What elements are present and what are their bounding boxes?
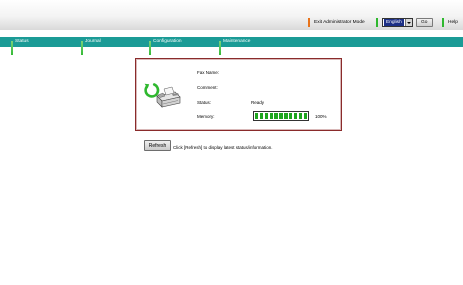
memory-segment xyxy=(293,113,298,119)
tab-label[interactable]: Maintenance xyxy=(223,39,250,44)
exit-admin-label[interactable]: Exit Administrator Mode xyxy=(314,20,365,25)
exit-admin-link[interactable]: Exit Administrator Mode xyxy=(308,18,365,27)
help-label[interactable]: Help xyxy=(448,20,458,25)
green-marker-icon xyxy=(376,18,378,27)
top-bar: Exit Administrator Mode English Go Help xyxy=(0,0,463,30)
memory-percent: 100% xyxy=(315,114,327,119)
memory-label: Memory: xyxy=(197,114,215,119)
memory-segment xyxy=(259,113,264,119)
tab-marker-icon xyxy=(11,41,14,56)
language-select[interactable]: English xyxy=(382,18,413,27)
green-marker-icon xyxy=(442,18,444,27)
memory-segment xyxy=(289,113,293,119)
memory-segment xyxy=(264,113,269,119)
status-value: Ready xyxy=(251,100,265,105)
memory-segment xyxy=(303,113,308,119)
memory-segment xyxy=(269,113,274,119)
language-area: English Go xyxy=(376,18,433,27)
chevron-down-icon[interactable] xyxy=(404,19,412,26)
memory-segment xyxy=(255,113,259,119)
tab-marker-icon xyxy=(149,41,152,56)
fax-name-label: Fax Name: xyxy=(197,70,220,75)
tab-label[interactable]: Status xyxy=(15,39,29,44)
comment-label: Comment: xyxy=(197,85,218,90)
tab-marker-icon xyxy=(219,41,222,56)
circular-refresh-icon xyxy=(144,83,160,98)
main-nav: Status Journal Configuration Maintenance xyxy=(0,30,463,56)
help-link[interactable]: Help xyxy=(442,18,458,27)
memory-progress-bar xyxy=(253,111,309,121)
memory-segment xyxy=(284,113,288,119)
tab-label[interactable]: Configuration xyxy=(153,39,182,44)
memory-progress-fill xyxy=(255,113,308,119)
go-button[interactable]: Go xyxy=(415,18,433,27)
memory-segment xyxy=(274,113,278,119)
language-selected-value[interactable]: English xyxy=(384,19,404,26)
tab-label[interactable]: Journal xyxy=(85,39,101,44)
refresh-hint: Click [Refresh] to display latest status… xyxy=(173,145,273,150)
orange-marker-icon xyxy=(308,18,310,27)
memory-segment xyxy=(298,113,303,119)
fax-machine-icon xyxy=(144,83,181,108)
tab-marker-icon xyxy=(81,41,84,56)
status-panel: Fax Name: Comment: Status: Ready Memory:… xyxy=(135,58,342,131)
memory-segment xyxy=(279,113,283,119)
status-label: Status: xyxy=(197,100,212,105)
refresh-button[interactable]: Refresh xyxy=(144,140,171,151)
